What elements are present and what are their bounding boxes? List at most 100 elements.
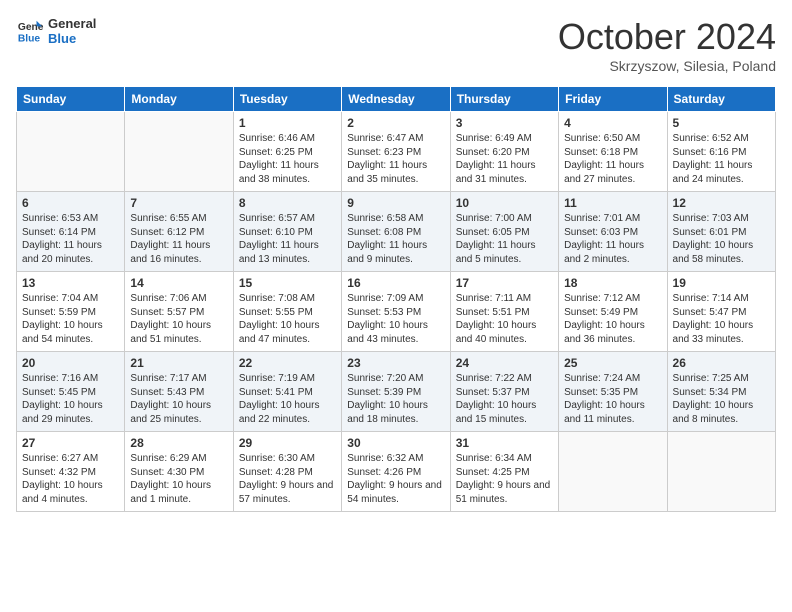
calendar-header-row: SundayMondayTuesdayWednesdayThursdayFrid… <box>17 87 776 112</box>
calendar-week-4: 20 Sunrise: 7:16 AM Sunset: 5:45 PM Dayli… <box>17 352 776 432</box>
day-number: 18 <box>564 276 661 290</box>
day-detail: Sunrise: 7:03 AM Sunset: 6:01 PM Dayligh… <box>673 212 770 266</box>
day-number: 23 <box>347 356 444 370</box>
day-number: 11 <box>564 196 661 210</box>
calendar-cell: 1 Sunrise: 6:46 AM Sunset: 6:25 PM Daylig… <box>233 112 341 192</box>
day-number: 8 <box>239 196 336 210</box>
calendar-cell: 19Sunrise: 7:14 AM Sunset: 5:47 PM Dayli… <box>667 272 775 352</box>
day-detail: Sunrise: 6:52 AM Sunset: 6:16 PM Dayligh… <box>673 132 770 186</box>
location-subtitle: Skrzyszow, Silesia, Poland <box>558 58 776 74</box>
day-detail: Sunrise: 6:32 AM Sunset: 4:26 PM Dayligh… <box>347 452 444 506</box>
calendar-cell: 6 Sunrise: 6:53 AM Sunset: 6:14 PM Daylig… <box>17 192 125 272</box>
day-number: 1 <box>239 116 336 130</box>
page-header: General Blue General Blue October 2024 S… <box>16 16 776 74</box>
calendar-cell: 27 Sunrise: 6:27 AM Sunset: 4:32 PM Dayli… <box>17 432 125 512</box>
col-header-friday: Friday <box>559 87 667 112</box>
calendar-cell: 30 Sunrise: 6:32 AM Sunset: 4:26 PM Dayli… <box>342 432 450 512</box>
calendar-cell: 29 Sunrise: 6:30 AM Sunset: 4:28 PM Dayli… <box>233 432 341 512</box>
day-number: 22 <box>239 356 336 370</box>
day-number: 16 <box>347 276 444 290</box>
day-detail: Sunrise: 7:25 AM Sunset: 5:34 PM Dayligh… <box>673 372 770 426</box>
day-number: 6 <box>22 196 119 210</box>
calendar-cell <box>125 112 233 192</box>
calendar-cell: 31 Sunrise: 6:34 AM Sunset: 4:25 PM Dayli… <box>450 432 558 512</box>
calendar-cell <box>17 112 125 192</box>
day-detail: Sunrise: 6:57 AM Sunset: 6:10 PM Dayligh… <box>239 212 336 266</box>
day-detail: Sunrise: 6:46 AM Sunset: 6:25 PM Dayligh… <box>239 132 336 186</box>
calendar-cell: 4 Sunrise: 6:50 AM Sunset: 6:18 PM Daylig… <box>559 112 667 192</box>
day-number: 4 <box>564 116 661 130</box>
calendar-cell: 24 Sunrise: 7:22 AM Sunset: 5:37 PM Dayli… <box>450 352 558 432</box>
logo-general: General <box>48 16 96 31</box>
col-header-sunday: Sunday <box>17 87 125 112</box>
title-block: October 2024 Skrzyszow, Silesia, Poland <box>558 16 776 74</box>
day-number: 12 <box>673 196 770 210</box>
day-detail: Sunrise: 7:24 AM Sunset: 5:35 PM Dayligh… <box>564 372 661 426</box>
calendar-cell: 13Sunrise: 7:04 AM Sunset: 5:59 PM Dayli… <box>17 272 125 352</box>
svg-text:General: General <box>18 22 44 33</box>
day-number: 31 <box>456 436 553 450</box>
calendar-cell: 12 Sunrise: 7:03 AM Sunset: 6:01 PM Dayli… <box>667 192 775 272</box>
day-detail: Sunrise: 7:16 AM Sunset: 5:45 PM Dayligh… <box>22 372 119 426</box>
calendar-cell: 5Sunrise: 6:52 AM Sunset: 6:16 PM Daylig… <box>667 112 775 192</box>
day-detail: Sunrise: 7:20 AM Sunset: 5:39 PM Dayligh… <box>347 372 444 426</box>
calendar-cell: 23 Sunrise: 7:20 AM Sunset: 5:39 PM Dayli… <box>342 352 450 432</box>
day-detail: Sunrise: 7:01 AM Sunset: 6:03 PM Dayligh… <box>564 212 661 266</box>
day-number: 26 <box>673 356 770 370</box>
day-number: 7 <box>130 196 227 210</box>
calendar-cell <box>559 432 667 512</box>
day-number: 27 <box>22 436 119 450</box>
day-detail: Sunrise: 7:08 AM Sunset: 5:55 PM Dayligh… <box>239 292 336 346</box>
day-detail: Sunrise: 7:12 AM Sunset: 5:49 PM Dayligh… <box>564 292 661 346</box>
calendar-week-3: 13Sunrise: 7:04 AM Sunset: 5:59 PM Dayli… <box>17 272 776 352</box>
calendar-week-1: 1 Sunrise: 6:46 AM Sunset: 6:25 PM Daylig… <box>17 112 776 192</box>
calendar-body: 1 Sunrise: 6:46 AM Sunset: 6:25 PM Daylig… <box>17 112 776 512</box>
day-detail: Sunrise: 6:58 AM Sunset: 6:08 PM Dayligh… <box>347 212 444 266</box>
calendar-cell: 3Sunrise: 6:49 AM Sunset: 6:20 PM Daylig… <box>450 112 558 192</box>
day-detail: Sunrise: 6:30 AM Sunset: 4:28 PM Dayligh… <box>239 452 336 506</box>
calendar-cell: 16Sunrise: 7:09 AM Sunset: 5:53 PM Dayli… <box>342 272 450 352</box>
day-detail: Sunrise: 7:11 AM Sunset: 5:51 PM Dayligh… <box>456 292 553 346</box>
day-detail: Sunrise: 6:27 AM Sunset: 4:32 PM Dayligh… <box>22 452 119 506</box>
calendar-cell: 2Sunrise: 6:47 AM Sunset: 6:23 PM Daylig… <box>342 112 450 192</box>
day-detail: Sunrise: 7:22 AM Sunset: 5:37 PM Dayligh… <box>456 372 553 426</box>
day-number: 25 <box>564 356 661 370</box>
calendar-cell: 20 Sunrise: 7:16 AM Sunset: 5:45 PM Dayli… <box>17 352 125 432</box>
day-number: 30 <box>347 436 444 450</box>
day-detail: Sunrise: 6:53 AM Sunset: 6:14 PM Dayligh… <box>22 212 119 266</box>
calendar-cell: 26 Sunrise: 7:25 AM Sunset: 5:34 PM Dayli… <box>667 352 775 432</box>
day-number: 24 <box>456 356 553 370</box>
calendar-table: SundayMondayTuesdayWednesdayThursdayFrid… <box>16 86 776 512</box>
day-number: 28 <box>130 436 227 450</box>
calendar-cell: 10Sunrise: 7:00 AM Sunset: 6:05 PM Dayli… <box>450 192 558 272</box>
day-number: 3 <box>456 116 553 130</box>
day-number: 15 <box>239 276 336 290</box>
day-number: 9 <box>347 196 444 210</box>
calendar-cell: 9 Sunrise: 6:58 AM Sunset: 6:08 PM Daylig… <box>342 192 450 272</box>
day-number: 29 <box>239 436 336 450</box>
col-header-thursday: Thursday <box>450 87 558 112</box>
day-detail: Sunrise: 6:47 AM Sunset: 6:23 PM Dayligh… <box>347 132 444 186</box>
day-number: 21 <box>130 356 227 370</box>
calendar-week-2: 6 Sunrise: 6:53 AM Sunset: 6:14 PM Daylig… <box>17 192 776 272</box>
calendar-cell: 14Sunrise: 7:06 AM Sunset: 5:57 PM Dayli… <box>125 272 233 352</box>
day-number: 17 <box>456 276 553 290</box>
calendar-cell: 28 Sunrise: 6:29 AM Sunset: 4:30 PM Dayli… <box>125 432 233 512</box>
day-detail: Sunrise: 6:34 AM Sunset: 4:25 PM Dayligh… <box>456 452 553 506</box>
day-detail: Sunrise: 6:50 AM Sunset: 6:18 PM Dayligh… <box>564 132 661 186</box>
col-header-wednesday: Wednesday <box>342 87 450 112</box>
day-detail: Sunrise: 7:19 AM Sunset: 5:41 PM Dayligh… <box>239 372 336 426</box>
day-detail: Sunrise: 7:00 AM Sunset: 6:05 PM Dayligh… <box>456 212 553 266</box>
month-title: October 2024 <box>558 16 776 58</box>
day-number: 13 <box>22 276 119 290</box>
col-header-tuesday: Tuesday <box>233 87 341 112</box>
day-number: 14 <box>130 276 227 290</box>
calendar-cell: 17 Sunrise: 7:11 AM Sunset: 5:51 PM Dayli… <box>450 272 558 352</box>
day-detail: Sunrise: 6:29 AM Sunset: 4:30 PM Dayligh… <box>130 452 227 506</box>
calendar-cell: 18 Sunrise: 7:12 AM Sunset: 5:49 PM Dayli… <box>559 272 667 352</box>
col-header-saturday: Saturday <box>667 87 775 112</box>
calendar-cell: 25 Sunrise: 7:24 AM Sunset: 5:35 PM Dayli… <box>559 352 667 432</box>
day-number: 20 <box>22 356 119 370</box>
calendar-cell: 15 Sunrise: 7:08 AM Sunset: 5:55 PM Dayli… <box>233 272 341 352</box>
calendar-cell: 22 Sunrise: 7:19 AM Sunset: 5:41 PM Dayli… <box>233 352 341 432</box>
